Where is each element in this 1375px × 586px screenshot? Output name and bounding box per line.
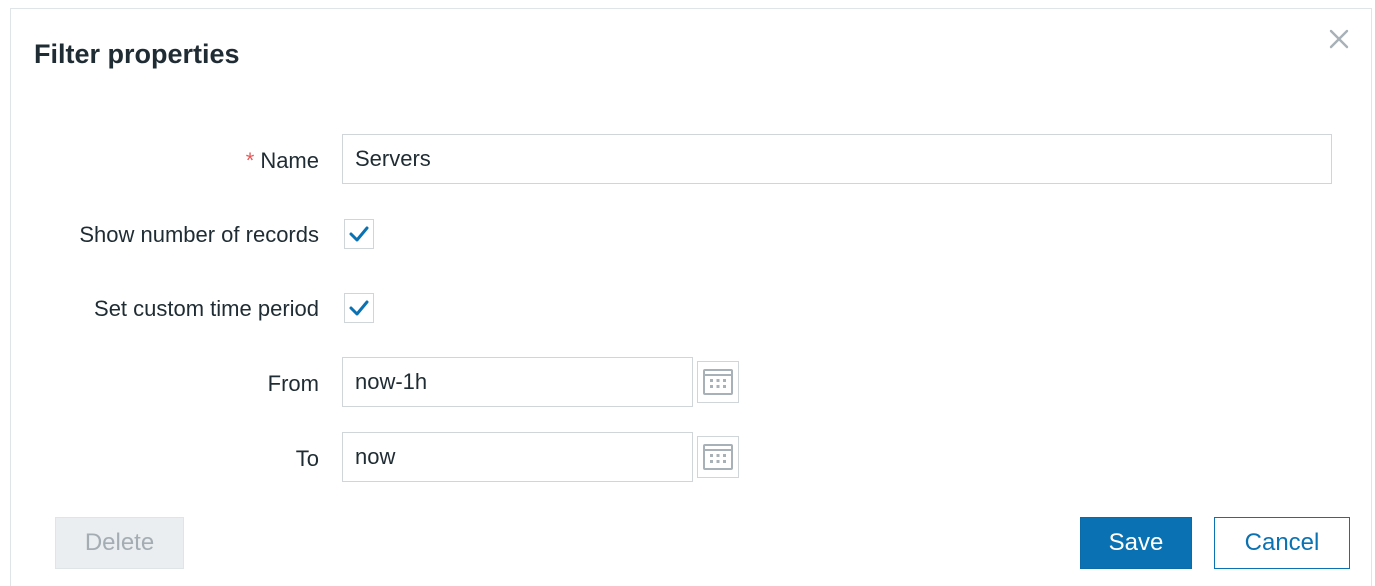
- from-input[interactable]: now-1h: [342, 357, 693, 407]
- filter-properties-dialog: Filter properties * Name Servers Show num…: [10, 8, 1372, 586]
- show-number-of-records-checkbox[interactable]: [344, 219, 374, 249]
- close-button[interactable]: [1327, 27, 1351, 51]
- dialog-title: Filter properties: [34, 39, 240, 69]
- cancel-button[interactable]: Cancel: [1214, 517, 1350, 569]
- save-button[interactable]: Save: [1080, 517, 1192, 569]
- calendar-icon: [703, 369, 733, 395]
- close-icon: [1329, 29, 1349, 49]
- checkmark-icon: [349, 300, 369, 316]
- from-label: From: [267, 371, 319, 396]
- name-label: * Name: [246, 148, 319, 174]
- delete-button[interactable]: Delete: [55, 517, 184, 569]
- from-calendar-button[interactable]: [697, 361, 739, 403]
- to-label: To: [295, 446, 319, 471]
- name-input[interactable]: Servers: [342, 134, 1332, 184]
- to-calendar-button[interactable]: [697, 436, 739, 478]
- checkmark-icon: [349, 226, 369, 242]
- set-custom-time-period-checkbox[interactable]: [344, 293, 374, 323]
- required-marker: *: [245, 148, 255, 173]
- to-input[interactable]: now: [342, 432, 693, 482]
- set-custom-time-period-label: Set custom time period: [94, 296, 319, 321]
- show-number-of-records-label: Show number of records: [79, 222, 319, 247]
- calendar-icon: [703, 444, 733, 470]
- name-label-text: Name: [260, 148, 319, 173]
